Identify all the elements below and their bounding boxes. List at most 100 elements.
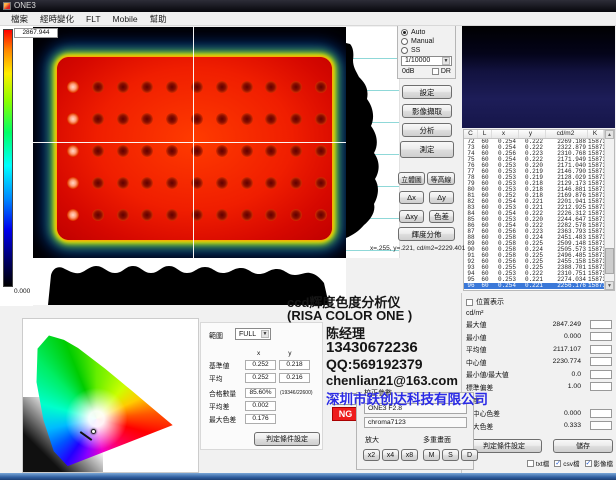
zoom-x4-button[interactable]: x4: [382, 449, 399, 461]
average-x-value: 0.252: [245, 373, 276, 383]
status-box: [590, 332, 612, 341]
solid3d-button[interactable]: 立體圖: [398, 172, 425, 185]
stat-value: 2230.774: [526, 358, 590, 365]
chevron-down-icon: ▼: [261, 330, 269, 338]
menu-bar: 檔案 經時變化 FLT Mobile 幫助: [0, 12, 616, 26]
luminance-heatmap[interactable]: [33, 27, 346, 258]
led-dot: [92, 145, 104, 157]
zoom-x8-button[interactable]: x8: [401, 449, 418, 461]
led-dot: [92, 209, 104, 221]
avg-diff-value: 0.002: [245, 401, 276, 411]
max-diff-row: 最大色差 0.176: [209, 413, 321, 425]
chevron-down-icon: ▼: [442, 57, 450, 65]
menu-help[interactable]: 幫助: [144, 13, 173, 25]
stat-row: 中心値2230.774: [462, 356, 616, 369]
radio-icon: [401, 29, 408, 36]
checkbox-icon: [466, 299, 473, 306]
chroma-rows: 與中心色差0.000最大色差0.333: [462, 407, 616, 432]
menu-file[interactable]: 檔案: [5, 13, 34, 25]
status-box: [590, 357, 612, 366]
delta-xy-button[interactable]: Δxy: [399, 210, 424, 223]
stat-row: 最大値2847.249: [462, 318, 616, 331]
stat-row: 最小値/最大値0.0: [462, 368, 616, 381]
judge-settings-button[interactable]: 判定條件設定: [254, 432, 320, 446]
calibration-param2-field[interactable]: chroma7123: [364, 417, 467, 428]
dr-checkbox[interactable]: DR: [432, 68, 451, 75]
delta-x-button[interactable]: Δx: [399, 191, 424, 204]
pass-detail: (19346/22600): [280, 390, 313, 396]
menu-mobile[interactable]: Mobile: [107, 14, 144, 24]
status-box: [590, 370, 612, 379]
cursor-coordinates: x=.255, y=.221, cd/m2=2229.401: [370, 245, 488, 252]
led-dot: [117, 177, 129, 189]
checkbox-icon: ✓: [585, 460, 592, 467]
stat-label: 最大値: [466, 319, 526, 329]
zoom-buttons: x2x4x8: [363, 449, 418, 461]
led-dot: [92, 113, 104, 125]
analyze-button[interactable]: 分析: [402, 123, 452, 137]
shutter-select[interactable]: 1/10000 ▼: [401, 56, 452, 66]
vertical-profile-silhouette: [346, 27, 400, 258]
stat-value: 2117.107: [526, 346, 590, 353]
position-display-checkbox[interactable]: 位置表示: [462, 293, 616, 307]
scroll-down-icon[interactable]: ▼: [605, 281, 614, 290]
led-dot: [216, 209, 228, 221]
range-panel: 範圍 FULL ▼ xy 基準値 0.252 0.218 平均 0.252 0.…: [200, 322, 323, 450]
led-dot: [67, 113, 79, 125]
scrollbar-thumb[interactable]: [605, 248, 614, 274]
led-dot: [315, 177, 327, 189]
table-row[interactable]: 96600.2540.2212256.17615873: [464, 283, 604, 289]
pass-count-row: 合格數量 85.60% (19346/22600): [209, 387, 321, 399]
column-header: x: [492, 130, 519, 138]
table-cell: 0.254: [492, 283, 519, 289]
stat-label: 中心値: [466, 357, 526, 367]
multiscreen-D-button[interactable]: D: [461, 449, 478, 461]
table-cell: 96: [464, 283, 478, 289]
luminance-dist-button[interactable]: 輝度分佈: [398, 227, 455, 241]
crosshair-horizontal: [33, 142, 346, 143]
file-option-影像檔[interactable]: ✓影像檔: [585, 458, 614, 468]
table-scrollbar[interactable]: ▲ ▼: [604, 130, 614, 290]
multiscreen-S-button[interactable]: S: [442, 449, 459, 461]
led-dot: [241, 177, 253, 189]
stat-row: 與中心色差0.000: [462, 407, 616, 420]
set-button[interactable]: 設定: [402, 85, 452, 99]
file-option-txt檔[interactable]: txt檔: [527, 458, 549, 468]
mode-ss[interactable]: SS: [401, 46, 452, 54]
mode-manual[interactable]: Manual: [401, 37, 452, 45]
color-diff-button[interactable]: 色差: [429, 210, 454, 223]
table-header: CLxycd/m2K: [464, 130, 614, 139]
stats-rows: 最大値2847.249最小値0.000平均値2117.107中心値2230.77…: [462, 318, 616, 393]
led-dot: [92, 177, 104, 189]
column-header: C: [464, 130, 478, 138]
status-box: [590, 382, 612, 391]
cie-chromaticity-diagram: [22, 318, 199, 473]
delta-y-button[interactable]: Δy: [429, 191, 454, 204]
led-dot: [67, 145, 79, 157]
title-bar[interactable]: ONE3: [0, 0, 616, 12]
multiscreen-M-button[interactable]: M: [423, 449, 440, 461]
luminance-colorbar: [3, 29, 13, 287]
measure-button[interactable]: 測定: [400, 141, 454, 158]
checkbox-icon: [527, 460, 534, 467]
zoom-x2-button[interactable]: x2: [363, 449, 380, 461]
stat-label: 最大色差: [466, 421, 526, 431]
led-dot: [67, 81, 79, 93]
menu-flt[interactable]: FLT: [80, 14, 106, 24]
contour-button[interactable]: 等高線: [427, 172, 455, 185]
unit-label: cd/m²: [462, 307, 616, 318]
multiscreen-buttons: MSD: [423, 449, 478, 461]
led-dot: [241, 209, 253, 221]
mode-auto[interactable]: Auto: [401, 28, 452, 36]
menu-temporal[interactable]: 經時變化: [34, 13, 80, 25]
save-button[interactable]: 儲存: [553, 439, 613, 453]
scale-max-label: 2867.944: [14, 28, 58, 38]
range-select[interactable]: FULL ▼: [235, 328, 271, 340]
scroll-up-icon[interactable]: ▲: [605, 130, 614, 139]
reference-x-value: 0.252: [245, 360, 276, 370]
watermark-company: 深圳市跃创达科技有限公司: [326, 388, 488, 408]
capture-button[interactable]: 影像擷取: [402, 104, 452, 118]
file-option-csv檔[interactable]: ✓csv檔: [554, 458, 579, 468]
stat-label: 最小値/最大値: [466, 369, 526, 379]
max-diff-value: 0.176: [245, 414, 276, 424]
